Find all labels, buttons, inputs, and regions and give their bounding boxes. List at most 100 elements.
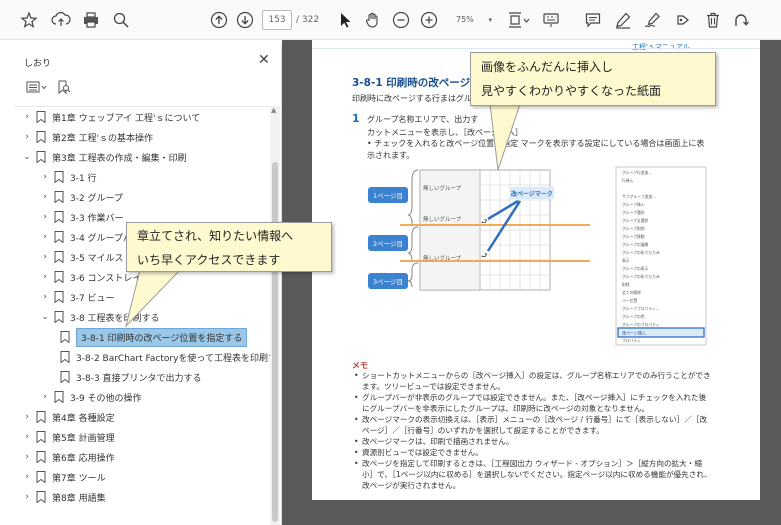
select-arrow-icon[interactable] xyxy=(336,8,354,32)
insert-page-break-label: 改ページ挿入 xyxy=(622,330,646,336)
chevron-down-icon[interactable]: ⌄ xyxy=(40,312,50,322)
bookmark-icon xyxy=(54,251,64,263)
zoom-out-icon[interactable] xyxy=(390,8,412,32)
chevron-right-icon[interactable]: › xyxy=(22,412,32,422)
chevron-right-icon[interactable]: › xyxy=(40,292,50,302)
bookmark-icon xyxy=(36,151,46,163)
svg-text:削除: 削除 xyxy=(622,282,630,287)
chevron-down-icon[interactable]: ⌄ xyxy=(22,152,32,162)
print-icon[interactable] xyxy=(80,8,102,32)
close-icon[interactable]: ✕ xyxy=(258,52,270,68)
svg-text:グループのプロパティ: グループのプロパティ xyxy=(622,322,660,327)
bookmark-item-selected[interactable]: 3-8-1 印刷時の改ページ位置を指定する xyxy=(56,327,270,347)
row-label: 無しいグループ xyxy=(423,215,462,223)
bookmark-item[interactable]: › 第2章 工程'ｓの基本操作 xyxy=(22,127,270,147)
bookmark-item[interactable]: › 第4章 各種設定 xyxy=(22,407,270,427)
bookmark-icon xyxy=(36,491,46,503)
svg-text:サブグループ追加...: サブグループ追加... xyxy=(622,194,656,199)
bookmark-icon xyxy=(54,191,64,203)
page2-label: 2ページ目 xyxy=(373,240,403,248)
star-icon[interactable] xyxy=(18,8,40,32)
callout-line: いち早くアクセスできます xyxy=(137,253,281,267)
chevron-right-icon[interactable]: › xyxy=(22,492,32,502)
chevron-right-icon[interactable]: › xyxy=(22,432,32,442)
fit-page-icon[interactable] xyxy=(506,8,532,32)
undo-icon[interactable] xyxy=(730,8,752,32)
chevron-right-icon[interactable]: › xyxy=(40,192,50,202)
bookmark-item[interactable]: 3-8-3 直接プリンタで出力する xyxy=(56,367,270,387)
bookmark-label: 第2章 工程'ｓの基本操作 xyxy=(52,133,154,144)
svg-text:グループの展開: グループの展開 xyxy=(622,242,649,247)
sign-icon[interactable] xyxy=(642,8,664,32)
bookmark-item[interactable]: ⌄ 第3章 工程表の作成・編集・印刷 xyxy=(22,147,270,167)
share-icon[interactable] xyxy=(672,8,694,32)
bookmark-item[interactable]: › 第8章 用語集 xyxy=(22,487,270,507)
page-break-mark: ⮐ xyxy=(481,218,487,226)
bookmark-label: 3-8-3 直接プリンタで出力する xyxy=(76,373,202,384)
chevron-right-icon[interactable]: › xyxy=(22,112,32,122)
chevron-right-icon[interactable]: › xyxy=(40,392,50,402)
page-down-icon[interactable] xyxy=(234,8,256,32)
zoom-search-icon[interactable] xyxy=(110,8,132,32)
page-up-icon[interactable] xyxy=(208,8,230,32)
highlight-pen-icon[interactable] xyxy=(612,8,634,32)
svg-text:グループプロパティ...: グループプロパティ... xyxy=(622,306,659,311)
page-number-input[interactable]: 153 xyxy=(262,10,292,30)
options-menu-icon[interactable] xyxy=(26,80,48,97)
hand-icon[interactable] xyxy=(362,8,384,32)
memo-item: 改ページマークは、印刷で描画されません。 xyxy=(352,436,712,447)
memo-item: 改ページを指定して印刷するときは、［工程図出力 ウィザード - オプション］＞［… xyxy=(352,458,712,491)
svg-text:全ての解除: 全ての解除 xyxy=(622,290,641,295)
memo-item: ショートカットメニューからの［改ページ挿入］の設定は、グループ名称エリアでのみ行… xyxy=(352,370,712,392)
keyboard-icon[interactable] xyxy=(540,8,566,32)
memo-item: 資源別ビューでは設定できません。 xyxy=(352,447,712,458)
chevron-down-icon: ▾ xyxy=(488,16,492,24)
comment-icon[interactable] xyxy=(582,8,604,32)
bookmark-search-icon[interactable] xyxy=(56,79,72,98)
bookmark-label: 第8章 用語集 xyxy=(52,493,106,504)
chevron-right-icon[interactable]: › xyxy=(40,212,50,222)
zoom-in-icon[interactable] xyxy=(418,8,440,32)
chevron-right-icon[interactable]: › xyxy=(22,452,32,462)
svg-text:グループ全選択: グループ全選択 xyxy=(622,218,649,223)
chevron-right-icon[interactable]: › xyxy=(22,472,32,482)
bookmark-item[interactable]: › 第7章 ツール xyxy=(22,467,270,487)
callout-left: 章立てされ、知りたい情報へ いち早くアクセスできます xyxy=(126,222,332,272)
bookmark-item[interactable]: › 3-9 その他の操作 xyxy=(40,387,270,407)
sidebar-scrollbar[interactable]: ▲ xyxy=(270,106,280,525)
zoom-dropdown[interactable]: 75% ▾ xyxy=(448,10,496,30)
callout-line: 章立てされ、知りたい情報へ xyxy=(137,229,294,243)
bookmark-item[interactable]: › 第6章 応用操作 xyxy=(22,447,270,467)
panel-title: しおり xyxy=(24,59,52,69)
bookmark-item[interactable]: › 3-1 行 xyxy=(40,167,270,187)
bookmark-item[interactable]: › 第1章 ウェッブアイ 工程'ｓについて xyxy=(22,107,270,127)
bookmark-icon xyxy=(60,351,70,363)
chevron-right-icon[interactable]: › xyxy=(40,232,50,242)
bookmark-label: 第1章 ウェッブアイ 工程'ｓについて xyxy=(52,113,201,124)
cloud-upload-icon[interactable] xyxy=(50,8,72,32)
scroll-thumb[interactable] xyxy=(272,162,278,522)
svg-text:グループの表示: グループの表示 xyxy=(622,266,649,271)
step-number: 1 xyxy=(352,112,360,125)
delete-icon[interactable] xyxy=(702,8,724,32)
chevron-right-icon[interactable]: › xyxy=(40,172,50,182)
chevron-right-icon[interactable]: › xyxy=(40,252,50,262)
svg-text:行挿入: 行挿入 xyxy=(622,178,634,183)
svg-text:グループ移動: グループ移動 xyxy=(622,234,645,239)
bookmark-label: 第4章 各種設定 xyxy=(52,413,115,424)
intro-text: 印刷時に改ページする行まはグルー xyxy=(352,94,480,103)
callout-tail xyxy=(489,104,521,171)
chevron-right-icon[interactable]: › xyxy=(40,272,50,282)
bookmark-item[interactable]: › 3-2 グループ xyxy=(40,187,270,207)
chevron-right-icon[interactable]: › xyxy=(22,132,32,142)
callout-line: 見やすくわかりやすくなった紙面 xyxy=(481,84,662,98)
bookmark-item[interactable]: 3-8-2 BarChart Factoryを使って工程表を印刷する xyxy=(56,347,270,367)
page3-label: 3ページ目 xyxy=(373,278,403,286)
page1-label: 1ページ目 xyxy=(373,192,403,200)
scroll-up-icon[interactable]: ▲ xyxy=(271,106,276,114)
bookmark-icon xyxy=(54,291,64,303)
callout-tail xyxy=(125,270,181,328)
bookmark-icon xyxy=(54,311,64,323)
bookmark-label: 第5章 計画管理 xyxy=(52,433,115,444)
bookmark-item[interactable]: › 第5章 計画管理 xyxy=(22,427,270,447)
